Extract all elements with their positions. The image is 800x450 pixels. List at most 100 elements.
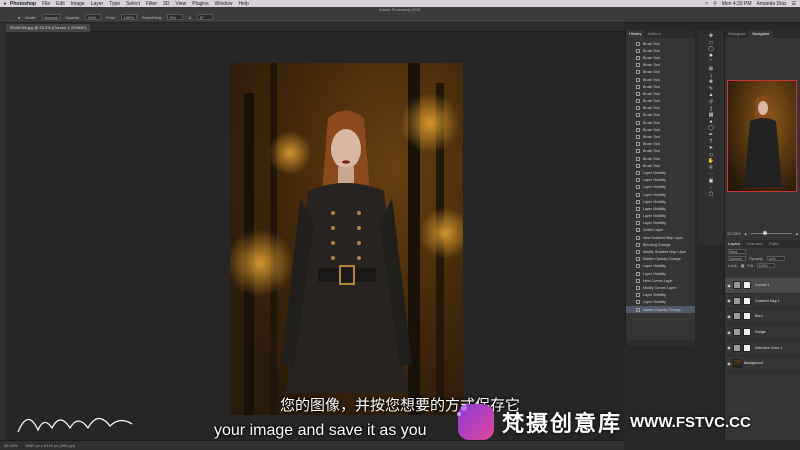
blend-mode-select[interactable]: Normal	[728, 256, 746, 261]
type-tool-icon[interactable]: T	[706, 139, 716, 145]
apple-icon[interactable]: ●	[0, 1, 10, 7]
history-item[interactable]: Layer Visibility	[626, 169, 695, 176]
lock-icon[interactable]: ▩	[741, 263, 745, 268]
move-tool-icon[interactable]: ✥	[706, 34, 716, 39]
history-item[interactable]: Layer Visibility	[626, 205, 695, 212]
history-item[interactable]: Brush Tool	[626, 90, 695, 97]
fill-field[interactable]: 100%	[756, 263, 775, 268]
history-item[interactable]: Brush Tool	[626, 62, 695, 69]
more-tools-icon[interactable]: ⋯	[706, 172, 716, 177]
smoothing-field[interactable]: 0%	[167, 14, 184, 20]
history-item[interactable]: Modify Gradient Map Layer	[626, 248, 695, 255]
layer-kind-filter[interactable]: Kind	[728, 249, 746, 254]
menu-help[interactable]: Help	[238, 1, 248, 7]
menu-view[interactable]: View	[176, 1, 187, 7]
zoom-slider[interactable]	[750, 230, 793, 235]
menu-select[interactable]: Select	[126, 1, 140, 7]
shape-tool-icon[interactable]: ▭	[706, 152, 716, 158]
history-item[interactable]: Modify Curves Layer	[626, 284, 695, 291]
history-item[interactable]: Brush Tool	[626, 155, 695, 162]
history-item[interactable]: Blending Change	[626, 241, 695, 248]
menubar-clock[interactable]: Mon 4:39 PM	[722, 1, 752, 7]
layer-mask-thumbnail[interactable]	[743, 343, 751, 352]
layer-row[interactable]: ◉ Curves 1	[725, 278, 800, 294]
history-item[interactable]: Brush Tool	[626, 119, 695, 126]
history-item[interactable]: Layer Visibility	[626, 220, 695, 227]
layer-mask-thumbnail[interactable]	[743, 328, 751, 337]
menu-window[interactable]: Window	[215, 1, 233, 7]
history-item[interactable]: Brush Tool	[626, 54, 695, 61]
quick-select-tool-icon[interactable]: ✸	[706, 53, 716, 59]
menubar-user[interactable]: Amanda Diaz	[757, 1, 787, 7]
wifi-icon[interactable]: ≈	[705, 1, 708, 7]
zoom-tool-icon[interactable]: ⚲	[706, 165, 716, 171]
history-item[interactable]: New Curves Layer	[626, 277, 695, 284]
screen-mode-icon[interactable]: ▢	[706, 192, 716, 197]
frame-tool-icon[interactable]: ⊠	[706, 66, 716, 72]
menu-app-name[interactable]: Photoshop	[10, 1, 36, 7]
portrait-photo[interactable]	[230, 63, 463, 415]
gradient-tool-icon[interactable]: ▦	[706, 113, 716, 118]
history-item[interactable]: Layer Visibility	[626, 191, 695, 198]
navigator-thumbnail[interactable]	[727, 80, 797, 192]
document-info[interactable]: 5460 px x 8192 px (300 ppi)	[26, 443, 76, 448]
history-item[interactable]: Brush Tool	[626, 47, 695, 54]
history-item[interactable]: Layer Visibility	[626, 292, 695, 299]
clone-stamp-tool-icon[interactable]: ▲	[706, 93, 716, 98]
history-item[interactable]: Brush Tool	[626, 112, 695, 119]
layer-row[interactable]: ◉ Dodge	[725, 325, 800, 341]
history-item[interactable]: Master Opacity Change	[626, 305, 695, 314]
layer-visibility-eye-icon[interactable]: ◉	[725, 345, 733, 350]
layer-visibility-eye-icon[interactable]: ◉	[725, 361, 733, 366]
layer-row[interactable]: ◉ Background	[725, 356, 800, 372]
menu-layer[interactable]: Layer	[91, 1, 104, 7]
menu-type[interactable]: Type	[109, 1, 120, 7]
hand-tool-icon[interactable]: ✋	[706, 159, 716, 164]
layer-visibility-eye-icon[interactable]: ◉	[725, 283, 733, 288]
menu-filter[interactable]: Filter	[146, 1, 157, 7]
layer-visibility-eye-icon[interactable]: ◉	[725, 314, 733, 319]
layer-row[interactable]: ◉ Gradient Map 1	[725, 294, 800, 310]
search-icon[interactable]: ⚲	[713, 1, 717, 7]
menu-edit[interactable]: Edit	[56, 1, 65, 7]
history-item[interactable]: Layer Visibility	[626, 299, 695, 306]
menu-image[interactable]: Image	[71, 1, 85, 7]
path-select-tool-icon[interactable]: ➤	[706, 146, 716, 151]
layer-visibility-eye-icon[interactable]: ◉	[725, 298, 733, 303]
history-item[interactable]: Brush Tool	[626, 98, 695, 105]
lasso-tool-icon[interactable]: ◯	[706, 47, 716, 52]
blur-tool-icon[interactable]: ●	[706, 119, 716, 125]
tab-channels[interactable]: Channels	[743, 240, 766, 248]
history-item[interactable]: Brush Tool	[626, 148, 695, 155]
opacity-field[interactable]: 39%	[85, 14, 102, 20]
history-item[interactable]: New Gradient Map Layer	[626, 234, 695, 241]
tab-histogram[interactable]: Histogram	[725, 30, 749, 38]
history-item[interactable]: Layer Visibility	[626, 213, 695, 220]
menu-file[interactable]: File	[42, 1, 50, 7]
layer-mask-thumbnail[interactable]	[743, 281, 751, 290]
tab-layers[interactable]: Layers	[725, 240, 744, 248]
document-tab[interactable]: 9RA6769.jpg @ 33.3% (Curves 1, RGB/8*)	[6, 24, 91, 32]
brush-tool-icon[interactable]: ✎	[706, 86, 716, 92]
layer-mask-thumbnail[interactable]	[743, 312, 751, 321]
flow-field[interactable]: 100%	[120, 14, 137, 20]
menu-3d[interactable]: 3D	[163, 1, 169, 7]
history-item[interactable]: Delete Layer	[626, 227, 695, 234]
history-item[interactable]: Layer Visibility	[626, 177, 695, 184]
angle-field[interactable]: 0°	[196, 14, 213, 20]
brush-preset-icon[interactable]: ●	[18, 15, 20, 20]
healing-brush-tool-icon[interactable]: ✚	[706, 80, 716, 85]
history-item[interactable]: Brush Tool	[626, 69, 695, 76]
history-brush-tool-icon[interactable]: ↺	[706, 99, 716, 105]
navigator-zoom-value[interactable]: 33.33%	[727, 231, 741, 236]
history-item[interactable]: Brush Tool	[626, 76, 695, 83]
layer-row[interactable]: ◉ Selective Color 1	[725, 340, 800, 356]
zoom-slider-knob[interactable]	[762, 230, 767, 235]
menu-plugins[interactable]: Plugins	[192, 1, 208, 7]
history-item[interactable]: Brush Tool	[626, 105, 695, 112]
history-item[interactable]: Layer Visibility	[626, 270, 695, 277]
history-item[interactable]: Brush Tool	[626, 83, 695, 90]
zoom-out-icon[interactable]: ▲	[744, 231, 748, 236]
history-item[interactable]: Brush Tool	[626, 133, 695, 140]
color-swatches-icon[interactable]: ▣	[706, 179, 716, 184]
